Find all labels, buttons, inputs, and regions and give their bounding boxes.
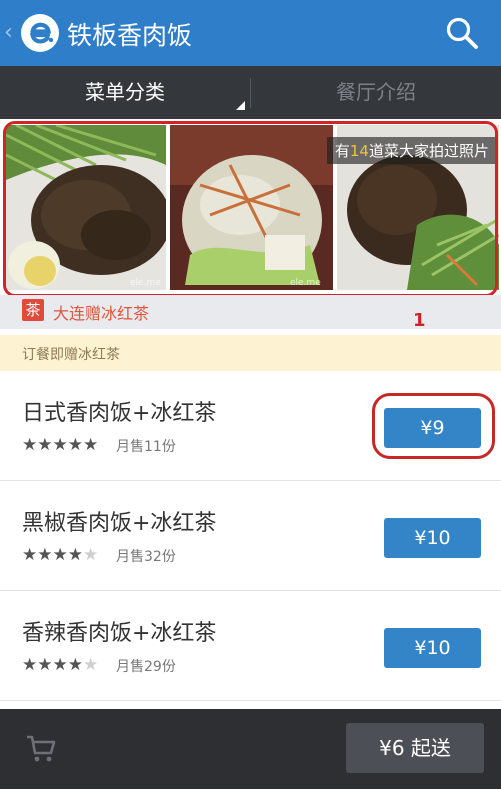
monthly-sales: 月售11份	[116, 439, 176, 455]
notice-bar: 订餐即赠冰红茶	[0, 335, 501, 371]
tab-restaurant-intro[interactable]: 餐厅介绍	[251, 66, 501, 119]
rating-stars: ★★★★★	[22, 655, 98, 675]
min-order-button[interactable]: ¥6 起送	[346, 723, 484, 773]
rating-stars: ★★★★★	[22, 435, 98, 455]
promo-banner[interactable]: 茶 大连赠冰红茶	[0, 295, 501, 329]
star-icon: ★	[67, 655, 83, 675]
monthly-sales: 月售32份	[116, 549, 176, 565]
star-icon: ★	[22, 435, 38, 455]
annotation-highlight-box	[3, 121, 498, 297]
star-icon: ★	[52, 545, 68, 565]
annotation-highlight-ring	[372, 393, 495, 459]
tab-active-indicator	[236, 101, 245, 110]
list-item[interactable]: 黑椒香肉饭+冰红茶 ★★★★★ 月售32份 ¥10	[0, 481, 501, 591]
cart-footer: ¥6 起送	[0, 709, 501, 789]
star-icon: ★	[52, 655, 68, 675]
page-title: 铁板香肉饭	[67, 21, 193, 50]
monthly-sales: 月售29份	[116, 659, 176, 675]
star-icon: ★	[37, 545, 53, 565]
star-empty-icon: ★	[83, 545, 99, 565]
star-icon: ★	[83, 435, 99, 455]
star-empty-icon: ★	[83, 655, 99, 675]
tab-menu-category[interactable]: 菜单分类	[0, 66, 250, 119]
dish-name: 日式香肉饭+冰红茶	[22, 401, 217, 426]
star-icon: ★	[67, 545, 83, 565]
notice-text: 订餐即赠冰红茶	[22, 347, 120, 363]
search-icon[interactable]	[444, 15, 480, 51]
bottom-strip	[0, 789, 501, 812]
add-to-cart-button[interactable]: ¥10	[384, 628, 481, 668]
tea-badge-icon: 茶	[22, 299, 44, 321]
app-header: ‹ 铁板香肉饭	[0, 0, 501, 66]
star-icon: ★	[22, 545, 38, 565]
dish-name: 黑椒香肉饭+冰红茶	[22, 511, 217, 536]
add-to-cart-button[interactable]: ¥10	[384, 518, 481, 558]
annotation-label: 1	[413, 310, 426, 331]
star-icon: ★	[37, 435, 53, 455]
back-chevron-icon[interactable]: ‹	[4, 20, 13, 45]
eleme-logo-icon[interactable]	[20, 13, 60, 53]
star-icon: ★	[22, 655, 38, 675]
star-icon: ★	[67, 435, 83, 455]
tab-bar: 菜单分类 餐厅介绍	[0, 66, 501, 119]
dish-name: 香辣香肉饭+冰红茶	[22, 621, 217, 646]
rating-stars: ★★★★★	[22, 545, 98, 565]
list-item[interactable]: 香辣香肉饭+冰红茶 ★★★★★ 月售29份 ¥10	[0, 591, 501, 701]
promo-text: 大连赠冰红茶	[53, 304, 150, 323]
cart-icon[interactable]	[25, 732, 57, 764]
star-icon: ★	[52, 435, 68, 455]
star-icon: ★	[37, 655, 53, 675]
